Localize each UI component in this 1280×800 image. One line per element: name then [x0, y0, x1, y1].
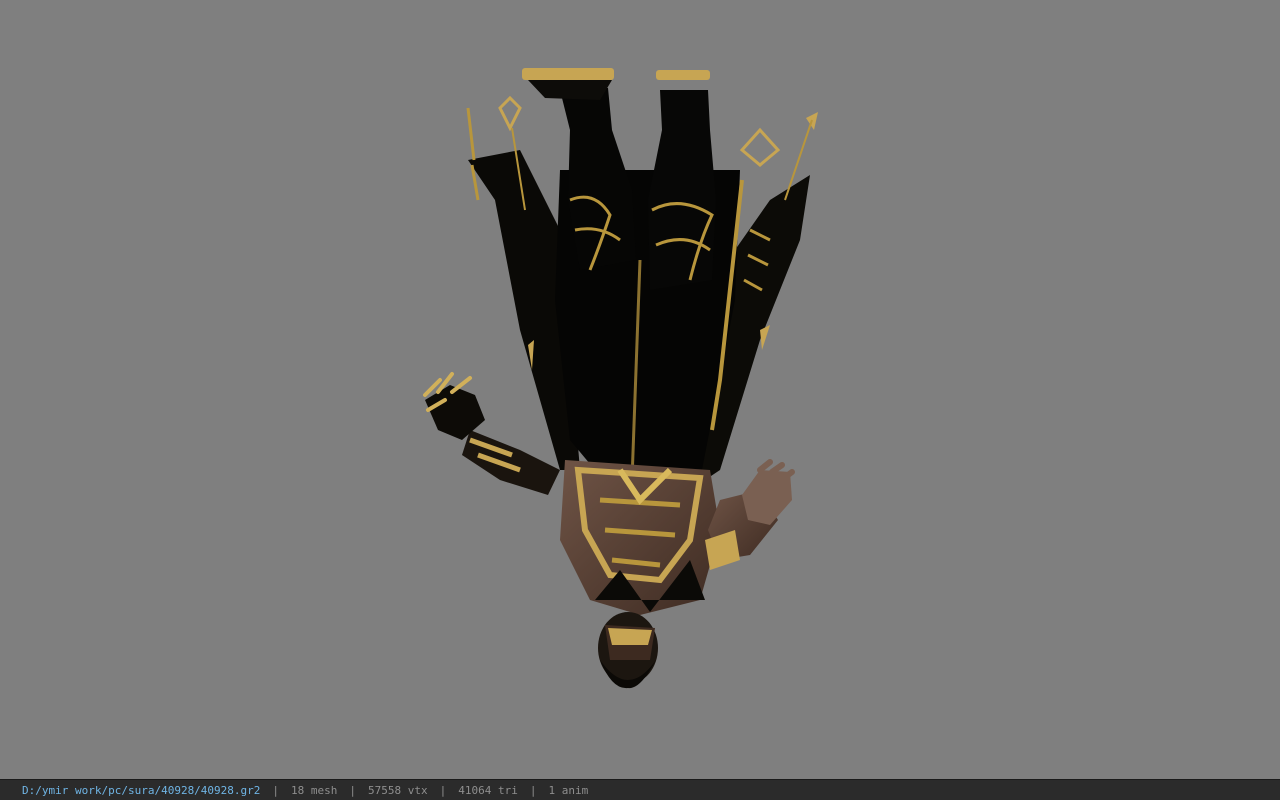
vertex-count: 57558 vtx — [368, 783, 428, 797]
separator: | — [529, 783, 537, 797]
separator: | — [272, 783, 280, 797]
file-path: D:/ymir work/pc/sura/40928/40928.gr2 — [22, 783, 261, 797]
triangle-count: 41064 tri — [458, 783, 518, 797]
mesh-count: 18 mesh — [291, 783, 338, 797]
separator: | — [349, 783, 357, 797]
separator: | — [439, 783, 447, 797]
status-bar: D:/ymir work/pc/sura/40928/40928.gr2 | 1… — [0, 779, 1280, 800]
character-model — [423, 68, 818, 689]
animation-count: 1 anim — [548, 783, 589, 797]
3d-viewport[interactable] — [0, 0, 1280, 779]
